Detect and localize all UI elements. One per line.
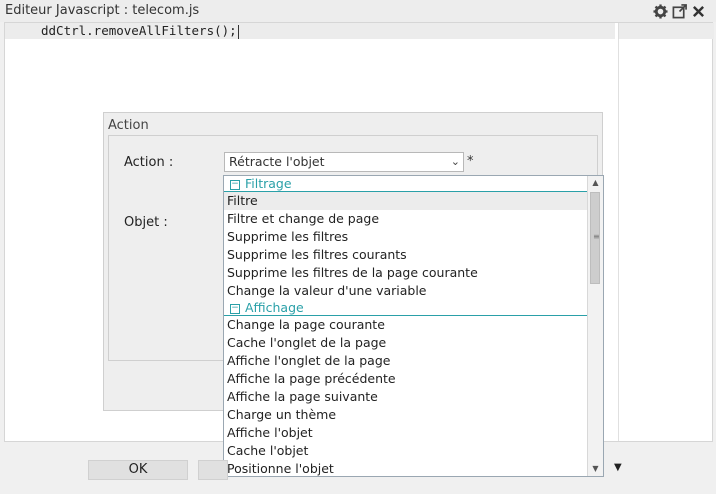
window-title: Editeur Javascript : telecom.js [5, 3, 200, 18]
caret-down-icon[interactable]: ▼ [614, 462, 622, 473]
dialog-legend: Action [108, 118, 149, 133]
line-gutter [5, 23, 39, 441]
option-item[interactable]: Filtre [224, 192, 588, 210]
print-margin-line [618, 39, 619, 441]
action-select-value: Rétracte l'objet [229, 154, 325, 169]
gear-icon[interactable] [652, 3, 668, 19]
editor-right-margin [618, 23, 714, 39]
option-item[interactable]: Affiche l'onglet de la page [224, 352, 588, 370]
option-item[interactable]: Affiche la page précédente [224, 370, 588, 388]
dropdown-scrollbar[interactable]: ▲ ≡ ▼ [587, 176, 603, 476]
option-item[interactable]: Affiche l'objet [224, 424, 588, 442]
action-label: Action : [124, 155, 174, 170]
option-item[interactable]: Affiche la page suivante [224, 388, 588, 406]
secondary-button[interactable]: En [198, 460, 228, 480]
collapse-icon: − [230, 178, 240, 190]
option-item[interactable]: Cache l'objet [224, 442, 588, 460]
title-bar: Editeur Javascript : telecom.js [0, 0, 716, 22]
scroll-thumb[interactable]: ≡ [590, 192, 600, 284]
option-item[interactable]: Positionne l'objet [224, 460, 588, 476]
object-label: Objet : [124, 215, 168, 230]
action-select[interactable]: Rétracte l'objet ⌄ [224, 152, 464, 172]
scroll-up-icon[interactable]: ▲ [588, 176, 603, 190]
option-item[interactable]: Supprime les filtres courants [224, 246, 588, 264]
grip-icon: ≡ [593, 232, 600, 241]
option-item[interactable]: Filtre et change de page [224, 210, 588, 228]
close-icon[interactable] [690, 3, 706, 19]
chevron-down-icon: ⌄ [450, 155, 460, 168]
option-item[interactable]: Cache l'onglet de la page [224, 334, 588, 352]
line-gutter-active [5, 23, 39, 39]
scroll-down-icon[interactable]: ▼ [588, 462, 603, 476]
collapse-icon: − [230, 302, 240, 314]
code-text: ddCtrl.removeAllFilters(); [41, 23, 237, 38]
option-item[interactable]: Change la page courante [224, 316, 588, 334]
ok-button[interactable]: OK [88, 460, 188, 480]
text-caret [237, 24, 239, 39]
code-line[interactable]: ddCtrl.removeAllFilters(); [39, 23, 615, 39]
action-dropdown-list[interactable]: − Filtrage Filtre Filtre et change de pag… [223, 175, 604, 477]
group-header-affichage[interactable]: − Affichage [224, 300, 588, 316]
group-header-filtrage[interactable]: − Filtrage [224, 176, 588, 192]
required-marker: * [467, 154, 474, 169]
popout-icon[interactable] [671, 3, 687, 19]
option-item[interactable]: Charge un thème [224, 406, 588, 424]
option-item[interactable]: Supprime les filtres de la page courante [224, 264, 588, 282]
option-item[interactable]: Change la valeur d'une variable [224, 282, 588, 300]
option-item[interactable]: Supprime les filtres [224, 228, 588, 246]
dropdown-options: − Filtrage Filtre Filtre et change de pag… [224, 176, 588, 476]
